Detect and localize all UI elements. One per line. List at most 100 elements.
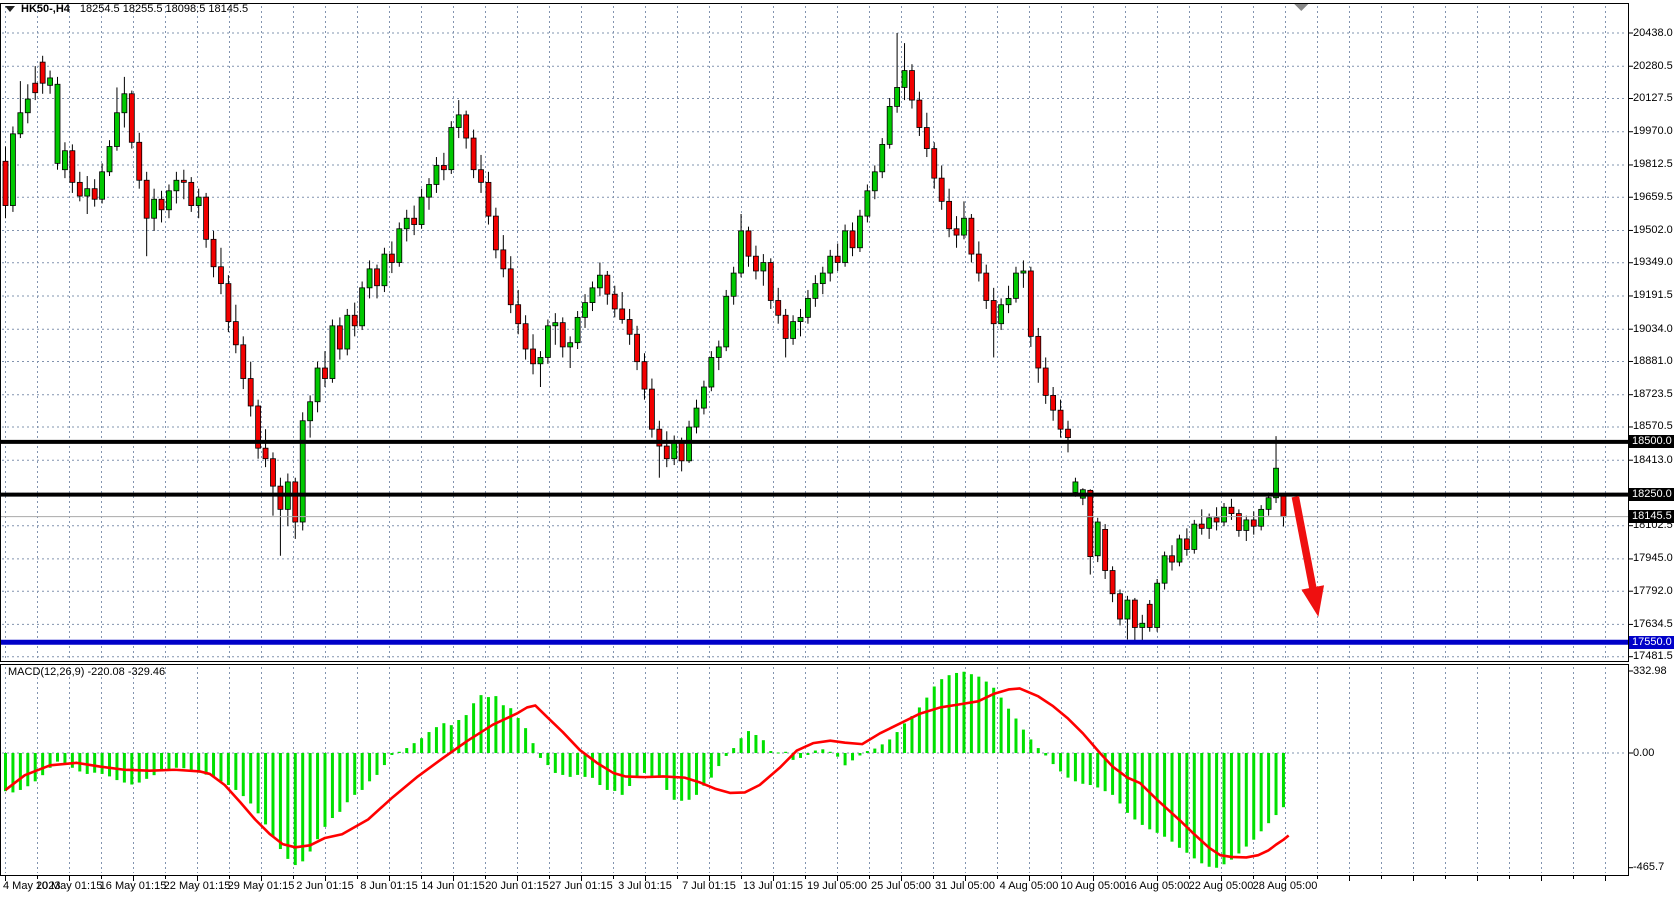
candle	[1155, 583, 1160, 627]
candle	[330, 326, 335, 379]
macd-bar	[234, 753, 237, 790]
macd-bar	[271, 753, 274, 837]
macd-indicator-label: MACD(12,26,9) -220.08 -329.46	[8, 666, 165, 678]
candle	[1229, 507, 1234, 513]
candle	[984, 273, 989, 300]
down-arrow-head[interactable]	[1301, 585, 1324, 617]
macd-bar	[487, 697, 490, 753]
candle	[635, 334, 640, 361]
candle	[55, 84, 60, 163]
macd-bar	[331, 753, 334, 818]
down-arrow-shaft[interactable]	[1295, 497, 1315, 601]
candle	[501, 250, 506, 269]
candle	[1222, 507, 1227, 522]
time-axis-tick: 20 Jun 01:15	[485, 880, 549, 893]
macd-bar	[138, 753, 141, 783]
macd-bar	[1200, 753, 1203, 863]
macd-bar	[390, 753, 393, 755]
candle	[479, 170, 484, 183]
candle	[701, 387, 706, 408]
candle	[1006, 298, 1011, 304]
horizontal-lines[interactable]	[0, 442, 1628, 642]
macd-axis-tick: 0.00	[1633, 747, 1675, 760]
macd-bar	[1111, 753, 1114, 795]
macd-bar	[688, 753, 691, 800]
macd-bar	[1089, 753, 1092, 785]
macd-bar	[1059, 753, 1062, 771]
macd-bar	[962, 672, 965, 753]
macd-bar	[376, 753, 379, 775]
candle	[62, 151, 67, 170]
price-axis-tick: 19034.0	[1633, 323, 1675, 336]
macd-bar	[777, 753, 780, 754]
macd-bar	[925, 698, 928, 753]
macd-bar	[1178, 753, 1181, 848]
candle	[129, 94, 134, 143]
candle	[739, 231, 744, 273]
candle	[924, 128, 929, 149]
candle	[895, 87, 900, 106]
macd-bar	[264, 753, 267, 824]
macd-bar	[546, 753, 549, 765]
macd-bar	[309, 753, 312, 852]
candle	[575, 317, 580, 342]
macd-bar	[1007, 709, 1010, 753]
macd-bar	[160, 753, 163, 771]
candle	[828, 256, 833, 273]
macd-bar	[1156, 753, 1159, 833]
candle	[92, 189, 97, 200]
macd-bar	[1260, 753, 1263, 831]
candle	[1177, 539, 1182, 562]
macd-bar	[940, 679, 943, 753]
candle	[1207, 518, 1212, 529]
candle	[456, 115, 461, 128]
symbol-dropdown-icon[interactable]	[5, 6, 15, 12]
macd-bar	[1163, 753, 1166, 837]
time-axis-tick: 25 Jul 05:00	[871, 880, 931, 893]
macd-bar	[933, 687, 936, 753]
candle	[464, 115, 469, 138]
macd-bar	[472, 703, 475, 753]
price-axis-tick: 17634.5	[1633, 618, 1675, 631]
macd-bar	[428, 732, 431, 753]
macd-bar	[806, 753, 809, 755]
annotations[interactable]	[1294, 4, 1324, 617]
macd-bar	[1237, 753, 1240, 853]
candle	[40, 62, 45, 83]
price-axis-tick: 19191.5	[1633, 289, 1675, 302]
price-axis-tick: 18881.0	[1633, 355, 1675, 368]
candle	[10, 134, 15, 206]
macd-bar	[63, 753, 66, 764]
candle	[1184, 539, 1189, 550]
macd-bar	[56, 753, 59, 762]
time-axis-tick: 27 Jun 01:15	[549, 880, 613, 893]
candle	[18, 113, 23, 134]
candle	[1073, 482, 1078, 493]
candle	[352, 315, 357, 326]
macd-bar	[814, 751, 817, 753]
price-axis-tick: 18723.5	[1633, 388, 1675, 401]
macd-bar	[844, 753, 847, 765]
candle	[1043, 368, 1048, 395]
macd-bar	[257, 753, 260, 813]
candle	[902, 71, 907, 88]
macd-bar	[606, 753, 609, 790]
shift-marker-icon[interactable]	[1294, 4, 1308, 11]
macd-bar	[903, 723, 906, 753]
macd-bar	[480, 695, 483, 753]
macd-bar	[227, 753, 230, 785]
macd-layer[interactable]	[4, 672, 1289, 868]
candle	[783, 315, 788, 338]
candle	[196, 197, 201, 205]
candle	[1028, 271, 1033, 336]
macd-bar	[1022, 730, 1025, 753]
macd-bar	[643, 753, 646, 773]
macd-bar	[502, 705, 505, 753]
chart-canvas[interactable]	[0, 0, 1675, 900]
macd-bar	[420, 738, 423, 753]
macd-bar	[873, 749, 876, 753]
candle	[493, 216, 498, 250]
macd-bar	[212, 753, 215, 777]
macd-bar	[710, 753, 713, 778]
macd-bar	[576, 753, 579, 775]
